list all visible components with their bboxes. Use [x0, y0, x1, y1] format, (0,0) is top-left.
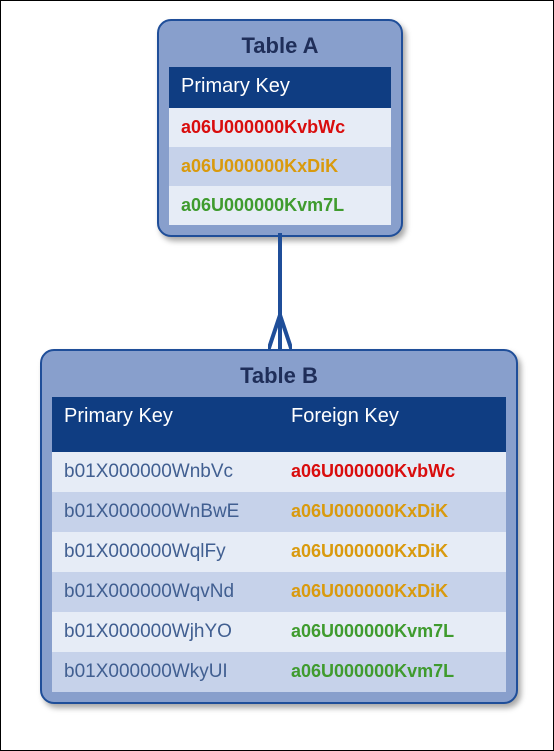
relationship-connector-icon — [268, 233, 292, 351]
table-row: b01X000000WqvNda06U000000KxDiK — [52, 572, 506, 612]
table-a-pk-cell: a06U000000KxDiK — [169, 147, 391, 186]
table-row: a06U000000Kvm7L — [169, 186, 391, 225]
table-b-pk-cell: b01X000000WqlFy — [52, 532, 279, 572]
table-b-title: Table B — [52, 361, 506, 397]
table-b-pk-cell: b01X000000WnBwE — [52, 492, 279, 532]
table-b-fk-cell: a06U000000KxDiK — [279, 572, 506, 612]
table-row: b01X000000WnBwEa06U000000KxDiK — [52, 492, 506, 532]
table-b-fk-cell: a06U000000KxDiK — [279, 492, 506, 532]
table-b-pk-cell: b01X000000WqvNd — [52, 572, 279, 612]
table-row: a06U000000KxDiK — [169, 147, 391, 186]
table-row: b01X000000WnbVca06U000000KvbWc — [52, 452, 506, 492]
table-b-pk-cell: b01X000000WnbVc — [52, 452, 279, 492]
table-b-header-fk: Foreign Key — [279, 397, 506, 452]
table-b-rows: b01X000000WnbVca06U000000KvbWcb01X000000… — [52, 452, 506, 692]
table-b-fk-cell: a06U000000Kvm7L — [279, 612, 506, 652]
table-row: a06U000000KvbWc — [169, 108, 391, 147]
table-b-fk-cell: a06U000000KxDiK — [279, 532, 506, 572]
table-a-headers: Primary Key — [169, 67, 391, 108]
table-row: b01X000000WqlFya06U000000KxDiK — [52, 532, 506, 572]
table-a-pk-cell: a06U000000KvbWc — [169, 108, 391, 147]
table-row: b01X000000WjhYOa06U000000Kvm7L — [52, 612, 506, 652]
table-b-headers: Primary Key Foreign Key — [52, 397, 506, 452]
table-b-header-pk: Primary Key — [52, 397, 279, 452]
table-b-pk-cell: b01X000000WkyUI — [52, 652, 279, 692]
table-b-fk-cell: a06U000000Kvm7L — [279, 652, 506, 692]
table-a-title: Table A — [169, 31, 391, 67]
table-a-pk-cell: a06U000000Kvm7L — [169, 186, 391, 225]
table-a: Table A Primary Key a06U000000KvbWca06U0… — [157, 19, 403, 237]
table-b-pk-cell: b01X000000WjhYO — [52, 612, 279, 652]
table-a-header-pk: Primary Key — [169, 67, 391, 108]
diagram-canvas: Table A Primary Key a06U000000KvbWca06U0… — [0, 0, 554, 751]
table-row: b01X000000WkyUIa06U000000Kvm7L — [52, 652, 506, 692]
table-b: Table B Primary Key Foreign Key b01X0000… — [40, 349, 518, 704]
table-b-fk-cell: a06U000000KvbWc — [279, 452, 506, 492]
table-a-rows: a06U000000KvbWca06U000000KxDiKa06U000000… — [169, 108, 391, 225]
